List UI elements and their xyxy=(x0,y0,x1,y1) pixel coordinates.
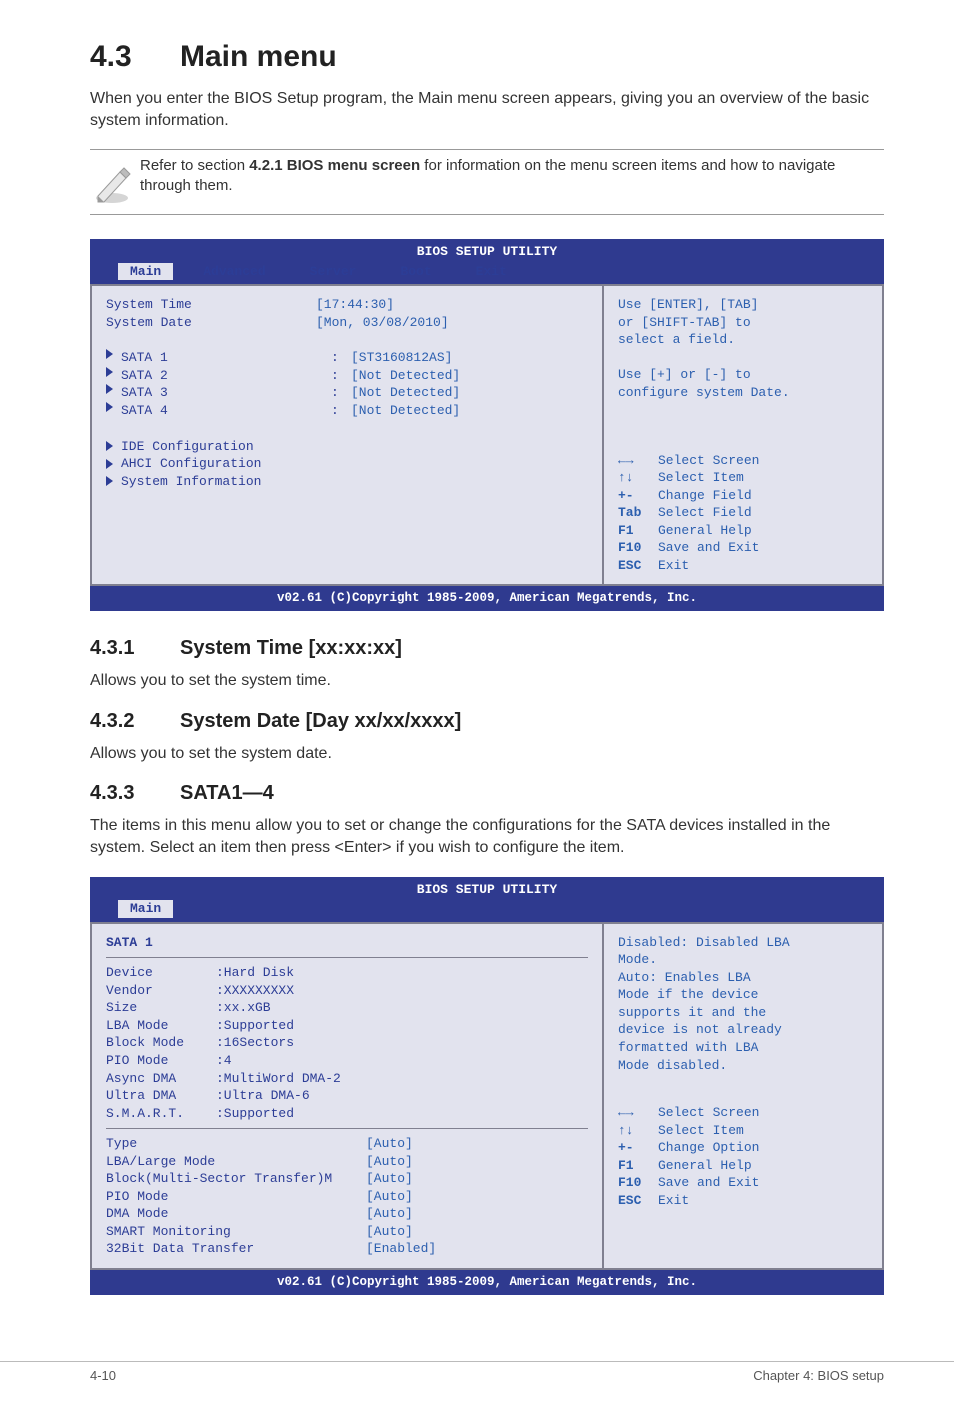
tab-server[interactable]: Server xyxy=(288,263,379,281)
opt-pio[interactable]: PIO Mode[Auto] xyxy=(106,1188,588,1206)
row-sata2[interactable]: SATA 2:[Not Detected] xyxy=(106,367,588,385)
opt-dma[interactable]: DMA Mode[Auto] xyxy=(106,1205,588,1223)
label-system-time: System Time xyxy=(106,296,316,314)
row-sata3[interactable]: SATA 3:[Not Detected] xyxy=(106,384,588,402)
help-keys-2: ←→Select Screen ↑↓Select Item +-Change O… xyxy=(618,1104,868,1209)
row-system-date[interactable]: System Date [Mon, 03/08/2010] xyxy=(106,314,588,332)
row-sata1[interactable]: SATA 1:[ST3160812AS] xyxy=(106,349,588,367)
opt-32bit[interactable]: 32Bit Data Transfer[Enabled] xyxy=(106,1240,588,1258)
label-system-date: System Date xyxy=(106,314,316,332)
row-sata4[interactable]: SATA 4:[Not Detected] xyxy=(106,402,588,420)
opt-block[interactable]: Block(Multi-Sector Transfer)M[Auto] xyxy=(106,1170,588,1188)
help-text-2: Disabled: Disabled LBA Mode. Auto: Enabl… xyxy=(618,934,868,1074)
tab-exit[interactable]: Exit xyxy=(454,263,529,281)
intro-paragraph: When you enter the BIOS Setup program, t… xyxy=(90,88,884,131)
tab-main-2[interactable]: Main xyxy=(118,900,173,918)
bios-main-screenshot: BIOS SETUP UTILITY Main Advanced Server … xyxy=(90,239,884,611)
bios-title: BIOS SETUP UTILITY xyxy=(90,239,884,261)
menu-ahci-config[interactable]: AHCI Configuration xyxy=(106,455,588,473)
heading-431: 4.3.1System Time [xx:xx:xx] xyxy=(90,637,884,660)
value-system-time: [17:44:30] xyxy=(316,296,394,314)
bios-footer: v02.61 (C)Copyright 1985-2009, American … xyxy=(90,586,884,611)
bios2-tabs: Main xyxy=(90,898,884,922)
page-number: 4-10 xyxy=(90,1368,116,1383)
value-system-date: [Mon, 03/08/2010] xyxy=(316,314,449,332)
text-432: Allows you to set the system date. xyxy=(90,743,884,765)
bios2-title: BIOS SETUP UTILITY xyxy=(90,877,884,899)
sata1-heading: SATA 1 xyxy=(106,934,588,952)
row-system-time[interactable]: System Time [17:44:30] xyxy=(106,296,588,314)
section-heading: 4.3Main menu xyxy=(90,40,884,74)
bios-tabs: Main Advanced Server Boot Exit xyxy=(90,261,884,285)
tab-boot[interactable]: Boot xyxy=(378,263,453,281)
tab-advanced[interactable]: Advanced xyxy=(181,263,287,281)
note-text: Refer to section 4.2.1 BIOS menu screen … xyxy=(140,156,884,197)
note-pre: Refer to section xyxy=(140,157,249,174)
section-title-text: Main menu xyxy=(180,40,337,73)
pencil-icon xyxy=(90,156,140,206)
menu-ide-config[interactable]: IDE Configuration xyxy=(106,438,588,456)
bios-sata1-screenshot: BIOS SETUP UTILITY Main SATA 1 Device:Ha… xyxy=(90,877,884,1295)
help-keys: ←→Select Screen ↑↓Select Item +-Change F… xyxy=(618,452,868,575)
bios2-footer: v02.61 (C)Copyright 1985-2009, American … xyxy=(90,1270,884,1295)
heading-432: 4.3.2System Date [Day xx/xx/xxxx] xyxy=(90,710,884,733)
menu-system-info[interactable]: System Information xyxy=(106,473,588,491)
text-433: The items in this menu allow you to set … xyxy=(90,815,884,858)
heading-433: 4.3.3SATA1—4 xyxy=(90,782,884,805)
help-text: Use [ENTER], [TAB] or [SHIFT-TAB] to sel… xyxy=(618,296,868,401)
text-431: Allows you to set the system time. xyxy=(90,670,884,692)
section-number: 4.3 xyxy=(90,40,180,74)
chapter-label: Chapter 4: BIOS setup xyxy=(753,1368,884,1383)
note-box: Refer to section 4.2.1 BIOS menu screen … xyxy=(90,149,884,215)
opt-type[interactable]: Type[Auto] xyxy=(106,1135,588,1153)
opt-smart[interactable]: SMART Monitoring[Auto] xyxy=(106,1223,588,1241)
page-footer: 4-10 Chapter 4: BIOS setup xyxy=(0,1361,954,1383)
opt-lba[interactable]: LBA/Large Mode[Auto] xyxy=(106,1153,588,1171)
device-info-block: Device:Hard Disk Vendor:XXXXXXXXX Size:x… xyxy=(106,964,588,1122)
note-bold: 4.2.1 BIOS menu screen xyxy=(249,157,420,174)
tab-main[interactable]: Main xyxy=(118,263,173,281)
